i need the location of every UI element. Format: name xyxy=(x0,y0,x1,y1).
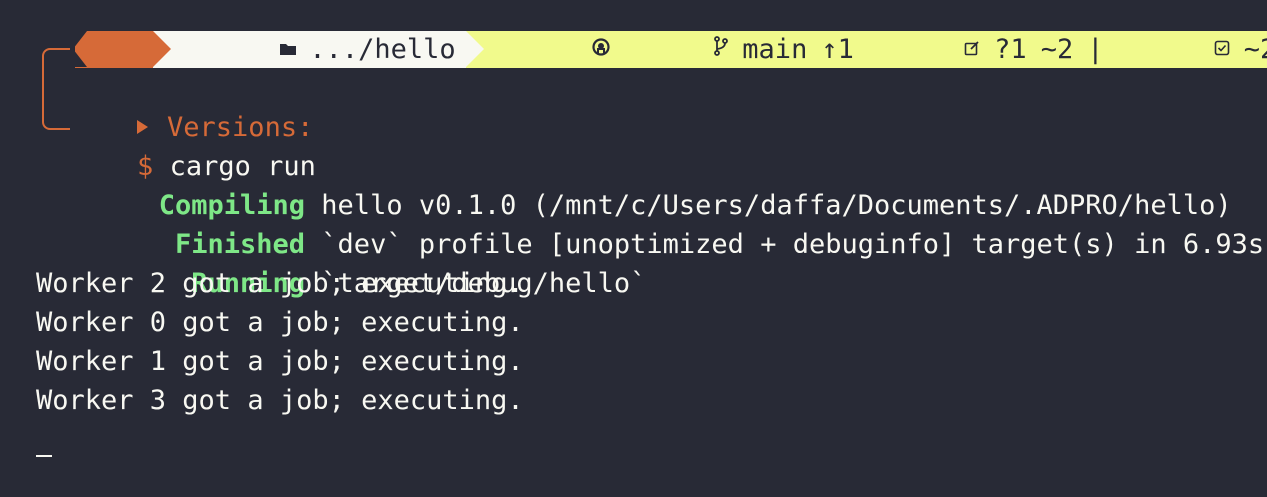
prompt-path-arrow xyxy=(465,31,484,67)
prompt-bar: .../hello main ↑1 ?1 ~2 | ~ xyxy=(73,31,1267,68)
cargo-output-line: Running `target/debug/hello` xyxy=(36,225,646,299)
github-icon xyxy=(496,0,610,105)
program-output-line: Worker 2 got a job; executing. xyxy=(36,268,524,299)
terminal-window[interactable]: .../hello main ↑1 ?1 ~2 | ~ Versions: $ … xyxy=(0,0,1267,497)
git-separator: | xyxy=(1087,34,1104,65)
git-modified-count: ~2 xyxy=(1040,34,1074,65)
edit-icon xyxy=(868,0,980,105)
command-line: $ cargo run xyxy=(72,108,316,182)
terminal-cursor[interactable] xyxy=(36,455,52,457)
prompt-git-segment: main ↑1 ?1 ~2 | ~2 xyxy=(465,31,1267,68)
git-staged-modified-count: ~2 xyxy=(1243,34,1267,65)
git-untracked-count: ?1 xyxy=(994,34,1027,65)
git-ahead-count: ↑1 xyxy=(821,34,854,65)
program-output-line: Worker 0 got a job; executing. xyxy=(36,307,524,338)
program-output-line: Worker 1 got a job; executing. xyxy=(36,346,524,377)
versions-line[interactable]: Versions: xyxy=(72,69,313,143)
prompt-notch xyxy=(73,31,87,67)
prompt-path: .../hello xyxy=(309,34,456,65)
cargo-output-line: Finished `dev` profile [unoptimized + de… xyxy=(36,186,1264,260)
git-branch-icon xyxy=(618,0,729,105)
prompt-os-arrow xyxy=(153,31,171,67)
program-output-line: Worker 3 got a job; executing. xyxy=(36,385,524,416)
cargo-output-line: Compiling hello v0.1.0 (/mnt/c/Users/daf… xyxy=(36,147,1232,221)
check-box-icon xyxy=(1117,0,1230,105)
git-branch-name: main xyxy=(742,34,808,65)
prompt-os-segment xyxy=(73,31,194,68)
prompt-path-segment: .../hello xyxy=(153,31,484,68)
